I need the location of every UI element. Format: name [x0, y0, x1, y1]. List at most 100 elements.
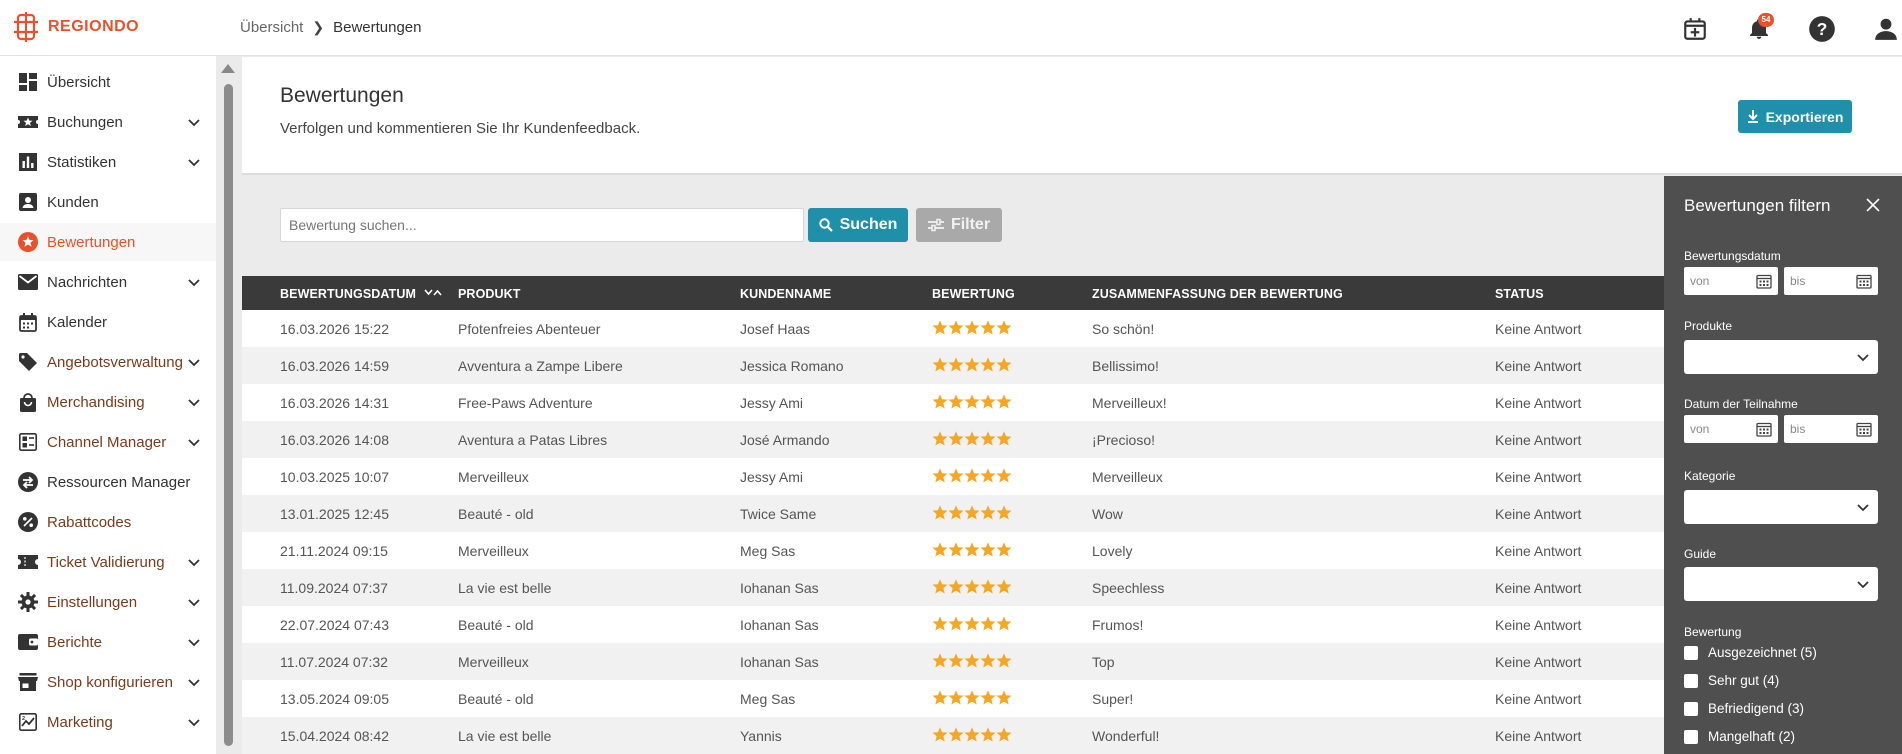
sidebar-item-ressourcen-manager[interactable]: Ressourcen Manager: [0, 463, 216, 501]
filter-button-label: Filter: [950, 216, 991, 233]
table-row[interactable]: 21.11.2024 09:15 Merveilleux Meg Sas Lovely…: [242, 532, 1664, 569]
sidebar-item-marketing[interactable]: 2 Marketing: [0, 703, 216, 741]
table-row[interactable]: 15.04.2024 08:42 La vie est belle Yannis Wo…: [242, 717, 1664, 754]
participation-date-to-input[interactable]: bis: [1784, 415, 1878, 443]
table-row[interactable]: 11.07.2024 07:32 Merveilleux Iohanan Sas To…: [242, 643, 1664, 680]
checkbox[interactable]: [1684, 701, 1698, 716]
category-select[interactable]: [1684, 490, 1878, 524]
bar-chart-icon: [18, 152, 38, 172]
sidebar-scrollbar[interactable]: [224, 84, 233, 746]
sidebar-item-angebotsverwaltung[interactable]: Angebotsverwaltung: [0, 343, 216, 381]
mail-icon: [18, 272, 38, 292]
table-row[interactable]: 16.03.2026 14:59 Avventura a Zampe Libere…: [242, 347, 1664, 384]
rating-option-satisfactory[interactable]: Befriedigend (3): [1684, 701, 1804, 716]
sidebar-item-ticket-validierung[interactable]: Ticket Validierung: [0, 543, 216, 581]
chevron-down-icon[interactable]: [186, 114, 202, 130]
sidebar-item-buchungen[interactable]: Buchungen: [0, 103, 216, 141]
calendar-plus-icon[interactable]: [1680, 14, 1710, 44]
cell-date: 16.03.2026 14:31: [280, 395, 389, 411]
chevron-down-icon: [1857, 354, 1869, 362]
star-rating: [932, 468, 1012, 488]
search-button[interactable]: Suchen: [808, 208, 908, 242]
sidebar-item-label: Ticket Validierung: [47, 553, 165, 571]
chevron-down-icon[interactable]: [186, 394, 202, 410]
star-icon: [932, 468, 948, 488]
cell-product: Merveilleux: [458, 543, 529, 559]
sidebar-item-label: Angebotsverwaltung: [47, 353, 183, 371]
checkbox[interactable]: [1684, 645, 1698, 660]
column-header-product[interactable]: PRODUKT: [458, 287, 521, 301]
star-icon: [948, 653, 964, 673]
export-button[interactable]: Exportieren: [1738, 100, 1852, 133]
sidebar-item-rabattcodes[interactable]: Rabattcodes: [0, 503, 216, 541]
guide-select[interactable]: [1684, 567, 1878, 601]
rating-option-excellent[interactable]: Ausgezeichnet (5): [1684, 645, 1817, 660]
star-icon: [964, 653, 980, 673]
column-header-customer[interactable]: KUNDENNAME: [740, 287, 831, 301]
sidebar-item-shop-konfigurieren[interactable]: Shop konfigurieren: [0, 663, 216, 701]
search-input[interactable]: [280, 208, 804, 242]
sidebar-item-channel-manager[interactable]: Channel Manager: [0, 423, 216, 461]
sidebar-item-merchandising[interactable]: Merchandising: [0, 383, 216, 421]
sidebar-item-übersicht[interactable]: Übersicht: [0, 63, 216, 101]
column-header-rating[interactable]: BEWERTUNG: [932, 287, 1015, 301]
star-icon: [996, 690, 1012, 710]
review-date-label: Bewertungsdatum: [1684, 249, 1781, 263]
sidebar-item-nachrichten[interactable]: Nachrichten: [0, 263, 216, 301]
bell-icon[interactable]: 54: [1744, 13, 1774, 44]
cell-summary: Frumos!: [1092, 617, 1144, 633]
breadcrumb-overview[interactable]: Übersicht: [240, 19, 303, 36]
star-icon: [996, 616, 1012, 636]
user-icon[interactable]: [1871, 14, 1901, 44]
cell-status: Keine Antwort: [1495, 543, 1582, 559]
chevron-down-icon[interactable]: [186, 634, 202, 650]
regiondo-logo[interactable]: REGIONDO: [12, 12, 139, 42]
sidebar-item-label: Kunden: [47, 193, 99, 211]
filter-panel: Bewertungen filtern Bewertungsdatum von …: [1664, 176, 1902, 754]
cell-summary: Lovely: [1092, 543, 1133, 559]
products-select[interactable]: [1684, 340, 1878, 374]
chevron-down-icon[interactable]: [186, 594, 202, 610]
column-header-summary[interactable]: ZUSAMMENFASSUNG DER BEWERTUNG: [1092, 287, 1343, 301]
cell-product: La vie est belle: [458, 580, 552, 596]
table-row[interactable]: 16.03.2026 14:31 Free-Paws Adventure Jessy…: [242, 384, 1664, 421]
sidebar-item-einstellungen[interactable]: Einstellungen: [0, 583, 216, 621]
chevron-down-icon[interactable]: [186, 714, 202, 730]
sidebar-item-kalender[interactable]: Kalender: [0, 303, 216, 341]
table-row[interactable]: 10.03.2025 10:07 Merveilleux Jessy Ami Merv…: [242, 458, 1664, 495]
scroll-up-arrow-icon[interactable]: [221, 64, 235, 73]
chevron-down-icon[interactable]: [186, 154, 202, 170]
chevron-down-icon[interactable]: [186, 274, 202, 290]
help-icon[interactable]: ?: [1807, 14, 1837, 44]
column-header-status[interactable]: STATUS: [1495, 287, 1544, 301]
table-row[interactable]: 13.05.2024 09:05 Beauté - old Meg Sas Super…: [242, 680, 1664, 717]
table-row[interactable]: 13.01.2025 12:45 Beauté - old Twice Same Wo…: [242, 495, 1664, 532]
cell-date: 13.05.2024 09:05: [280, 691, 389, 707]
table-row[interactable]: 22.07.2024 07:43 Beauté - old Iohanan Sas F…: [242, 606, 1664, 643]
sidebar-item-label: Shop konfigurieren: [47, 673, 173, 691]
sidebar-item-berichte[interactable]: Berichte: [0, 623, 216, 661]
download-icon: [1747, 110, 1758, 123]
chevron-down-icon[interactable]: [186, 434, 202, 450]
chevron-down-icon[interactable]: [186, 674, 202, 690]
rating-option-poor[interactable]: Mangelhaft (2): [1684, 729, 1795, 744]
table-row[interactable]: 16.03.2026 14:08 Aventura a Patas Libres J…: [242, 421, 1664, 458]
sidebar-item-kunden[interactable]: Kunden: [0, 183, 216, 221]
table-row[interactable]: 11.09.2024 07:37 La vie est belle Iohanan …: [242, 569, 1664, 606]
rating-option-very-good[interactable]: Sehr gut (4): [1684, 673, 1779, 688]
filter-button[interactable]: Filter: [916, 208, 1002, 242]
chevron-down-icon[interactable]: [186, 554, 202, 570]
table-row[interactable]: 16.03.2026 15:22 Pfotenfreies Abenteuer Jo…: [242, 310, 1664, 347]
sidebar-item-bewertungen[interactable]: Bewertungen: [0, 223, 216, 261]
sidebar-item-statistiken[interactable]: Statistiken: [0, 143, 216, 181]
star-icon: [996, 727, 1012, 747]
chevron-down-icon[interactable]: [186, 354, 202, 370]
checkbox[interactable]: [1684, 729, 1698, 744]
participation-date-from-input[interactable]: von: [1684, 415, 1778, 443]
review-date-from-input[interactable]: von: [1684, 267, 1778, 295]
column-header-date[interactable]: BEWERTUNGSDATUM: [280, 287, 442, 301]
cell-customer: Iohanan Sas: [740, 580, 819, 596]
checkbox[interactable]: [1684, 673, 1698, 688]
review-date-to-input[interactable]: bis: [1784, 267, 1878, 295]
close-icon[interactable]: [1864, 196, 1882, 214]
